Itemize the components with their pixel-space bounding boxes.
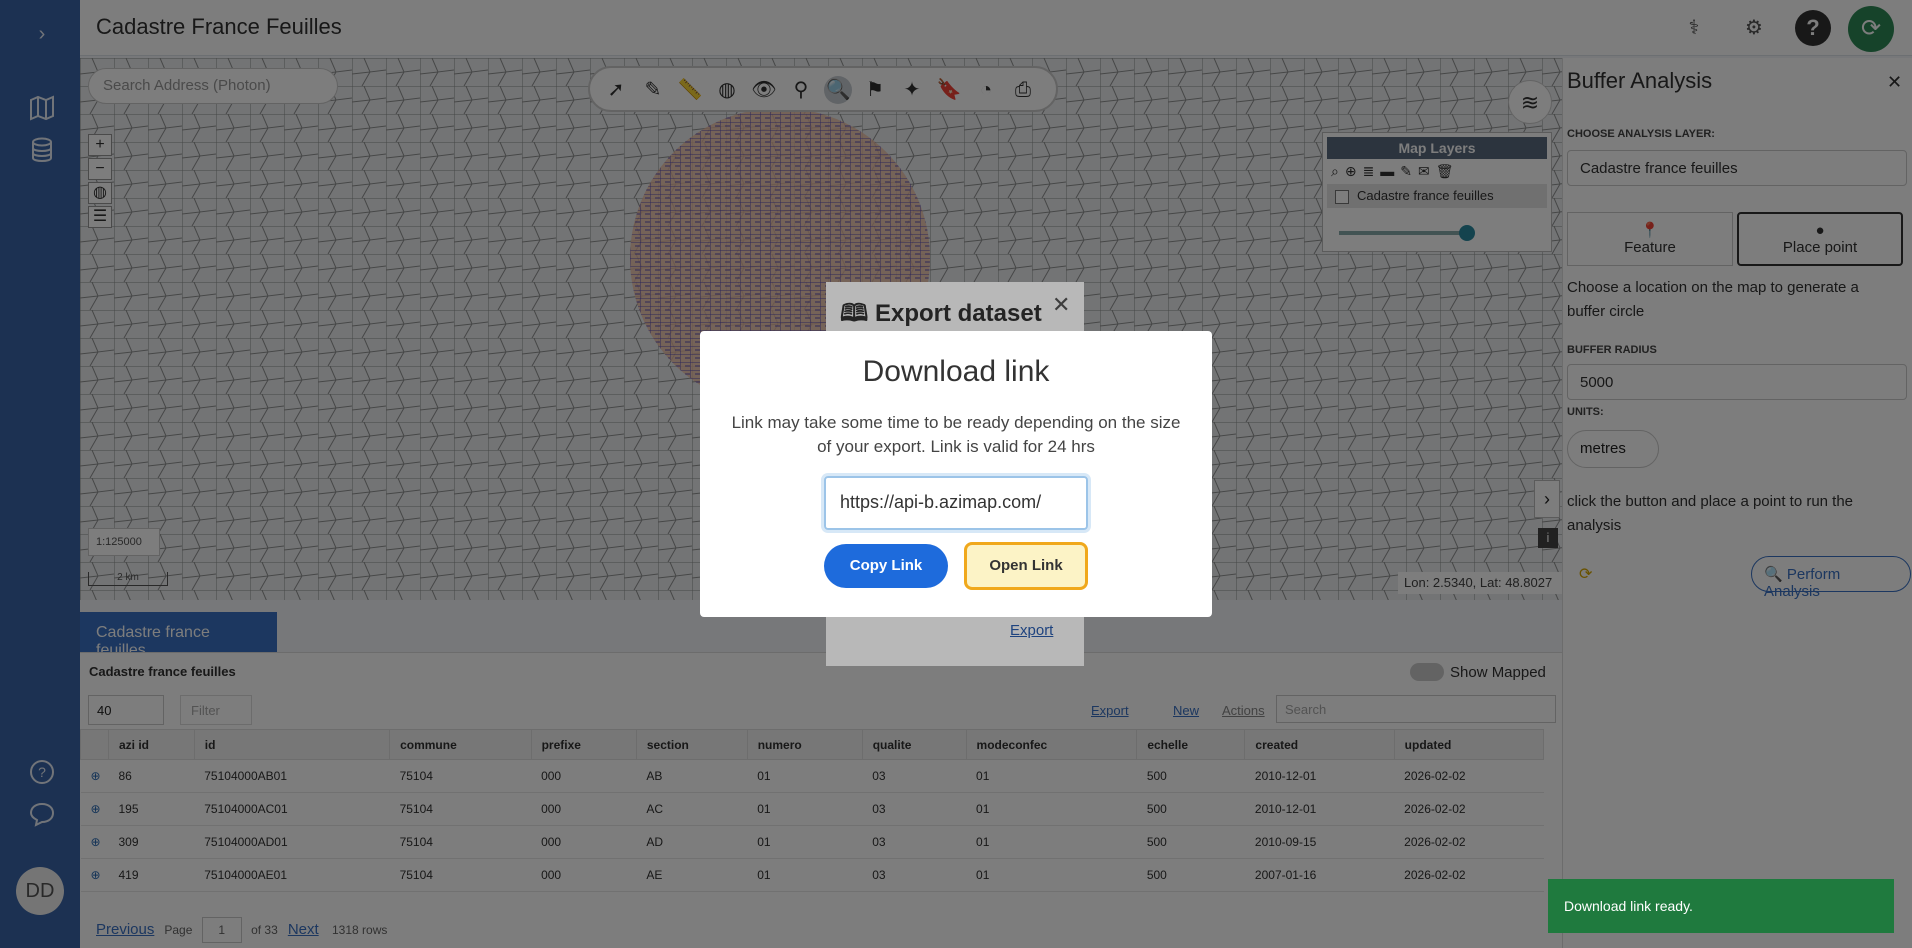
modal-title: Download link (862, 355, 1050, 388)
modal-text: Link may take some time to be ready depe… (731, 413, 1181, 456)
download-link-modal: Download link Link may take some time to… (700, 331, 1212, 617)
copy-link-button[interactable]: Copy Link (824, 544, 948, 588)
download-url-field[interactable]: https://api-b.azimap.com/ (824, 476, 1088, 530)
toast-notification: Download link ready. (1548, 879, 1894, 933)
open-link-button[interactable]: Open Link (964, 542, 1088, 590)
